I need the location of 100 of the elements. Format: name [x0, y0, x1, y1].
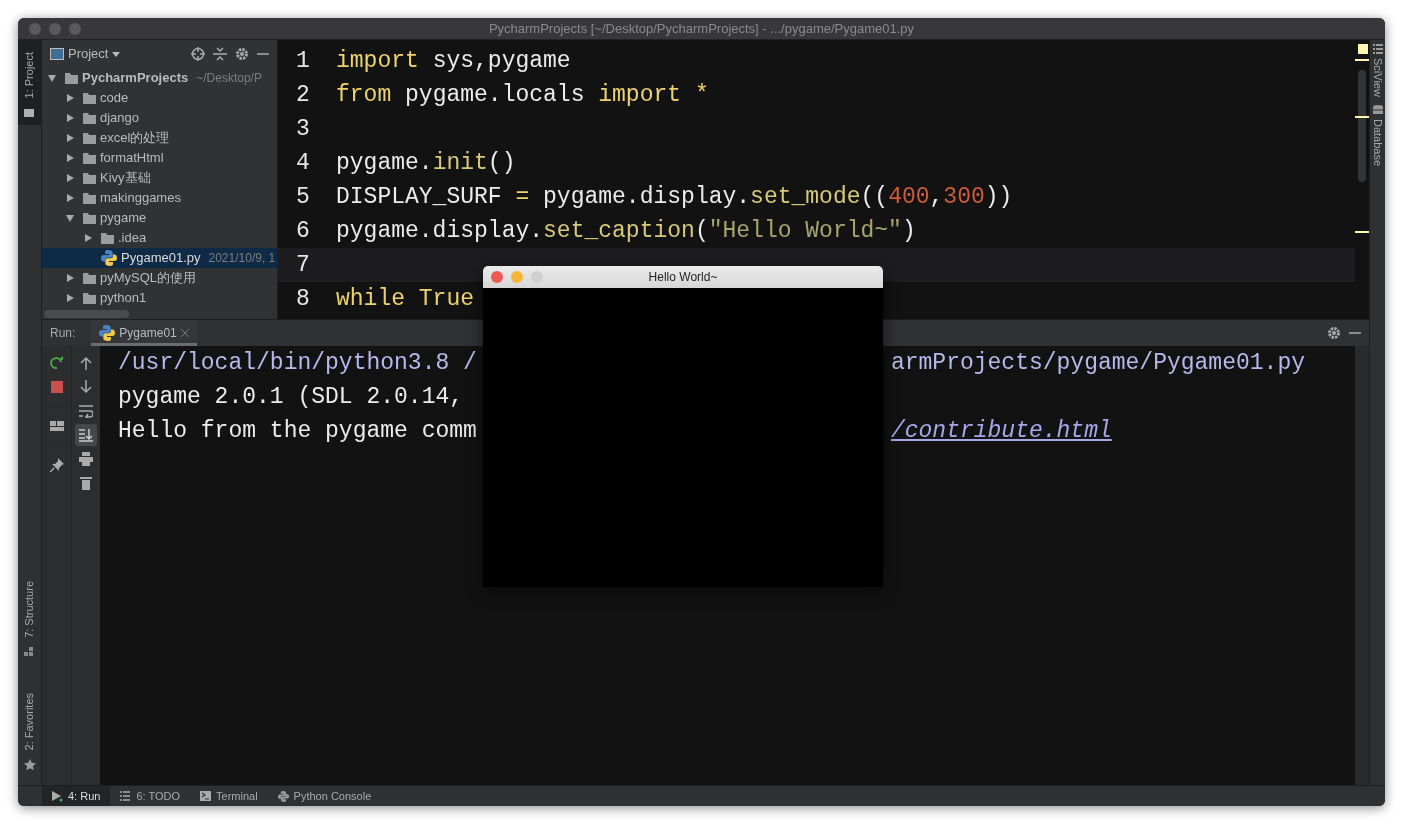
console-link[interactable]: /contribute.html [890, 414, 1112, 448]
tool-window-tab[interactable]: 7: Structure [18, 568, 41, 665]
code-line: pygame.init() [336, 149, 516, 178]
line-number: 3 [295, 115, 311, 144]
project-view-dropdown[interactable]: Project [68, 44, 121, 64]
python-icon [99, 325, 116, 341]
code-line: pygame.display.set_caption("Hello World~") [336, 217, 916, 246]
line-number: 4 [295, 149, 311, 178]
tool-window-button[interactable]: Python Console [267, 786, 382, 806]
line-number: 1 [295, 47, 311, 76]
tree-item[interactable]: code [42, 88, 277, 108]
line-number: 2 [295, 81, 311, 110]
triangle-right-icon[interactable] [66, 94, 74, 102]
run-tab[interactable]: Pygame01 [91, 320, 197, 346]
triangle-right-icon[interactable] [66, 114, 74, 122]
item-label: excel的处理 [100, 129, 170, 148]
tree-item[interactable]: python1 [42, 288, 277, 308]
folder-icon [83, 112, 96, 124]
item-label: makinggames [100, 189, 181, 208]
item-label: pyMySQL的使用 [100, 269, 197, 288]
console-text: Hello from the pygame comm [118, 417, 477, 446]
folder-icon [23, 107, 36, 120]
window-title: PycharmProjects [~/Desktop/PycharmProjects] - .../pygame/Pygame01.py [488, 19, 915, 38]
star-icon [23, 759, 36, 771]
line-number: 5 [295, 183, 311, 212]
code-line: import sys,pygame [336, 47, 571, 76]
item-label: pygame [100, 209, 147, 228]
item-label: python1 [100, 289, 147, 308]
triangle-down-icon[interactable] [48, 74, 56, 82]
scroll-to-end-icon [79, 428, 93, 442]
triangle-right-icon[interactable] [66, 154, 74, 162]
triangle-right-icon[interactable] [66, 194, 74, 202]
close-button[interactable] [491, 271, 503, 283]
folder-icon [83, 92, 96, 104]
tool-window-tab[interactable]: 2: Favorites [18, 680, 41, 777]
code-line: from pygame.locals import * [336, 81, 709, 110]
scroll-to-end-button[interactable] [75, 424, 97, 446]
tool-window-button[interactable]: 4: Run [42, 786, 111, 806]
python-icon [277, 791, 289, 802]
tree-item[interactable]: pyMySQL的使用 [42, 268, 277, 288]
console-text: armProjects/pygame/Pygame01.py [890, 349, 1305, 378]
horizontal-scrollbar[interactable] [44, 310, 129, 318]
tree-item[interactable]: Pygame01.py 2021/10/9, 1 [42, 248, 277, 268]
crosshair-icon[interactable] [191, 47, 205, 61]
pin-icon [49, 458, 64, 472]
folder-icon [83, 272, 96, 284]
item-label: Kivy基础 [100, 169, 151, 188]
collapse-icon[interactable] [213, 47, 227, 61]
rerun-icon [49, 356, 64, 370]
grid-icon [1372, 44, 1383, 54]
tool-window-button[interactable]: Terminal [190, 786, 268, 806]
window-title: Hello World~ [648, 269, 718, 286]
line-number: 7 [295, 251, 311, 280]
tree-item[interactable]: PycharmProjects ~/Desktop/P [42, 68, 277, 88]
folder-icon [83, 172, 96, 184]
close-icon[interactable] [180, 329, 189, 337]
down-arrow-icon [79, 380, 93, 394]
tree-item[interactable]: django [42, 108, 277, 128]
layout-icon [49, 419, 64, 433]
tree-item[interactable]: makinggames [42, 188, 277, 208]
tree-item[interactable]: .idea [42, 228, 277, 248]
folder-icon [83, 292, 96, 304]
tool-window-tab[interactable]: Database [1369, 104, 1385, 167]
item-label: PycharmProjects [82, 69, 189, 88]
tree-item[interactable]: excel的处理 [42, 128, 277, 148]
stop-icon [49, 380, 64, 394]
tool-window-tab[interactable]: SciView [1369, 44, 1385, 97]
list-icon [120, 791, 132, 802]
triangle-down-icon[interactable] [66, 214, 74, 222]
triangle-right-icon[interactable] [66, 134, 74, 142]
folder-icon [83, 152, 96, 164]
tree-item[interactable]: pygame [42, 208, 277, 228]
folder-icon [83, 132, 96, 144]
warning-marker[interactable] [1358, 44, 1368, 54]
folder-icon [65, 72, 78, 84]
settings-icon[interactable] [1327, 326, 1341, 340]
tool-window-tab[interactable]: 1: Project [18, 40, 41, 126]
item-label: code [100, 89, 129, 108]
triangle-right-icon[interactable] [84, 234, 92, 242]
item-label: formatHtml [100, 149, 164, 168]
python-file-icon [101, 250, 117, 266]
triangle-right-icon[interactable] [66, 174, 74, 182]
soft-wrap-icon [79, 404, 93, 418]
folder-icon [83, 212, 96, 224]
triangle-right-icon[interactable] [66, 274, 74, 282]
terminal-icon [200, 791, 212, 802]
play-icon [52, 791, 63, 802]
tree-item[interactable]: Kivy基础 [42, 168, 277, 188]
console-text: /usr/local/bin/python3.8 / [118, 349, 477, 378]
tool-window-button[interactable]: 6: TODO [110, 786, 191, 806]
caret-icon [112, 51, 121, 57]
folder-icon [101, 232, 114, 244]
settings-icon[interactable] [235, 47, 249, 61]
triangle-right-icon[interactable] [66, 294, 74, 302]
item-label: django [100, 109, 140, 128]
console-text: pygame 2.0.1 (SDL 2.0.14, [118, 383, 464, 412]
structure-icon [23, 646, 36, 659]
line-number: 6 [295, 217, 311, 246]
vertical-scrollbar[interactable] [1358, 70, 1366, 182]
tree-item[interactable]: formatHtml [42, 148, 277, 168]
